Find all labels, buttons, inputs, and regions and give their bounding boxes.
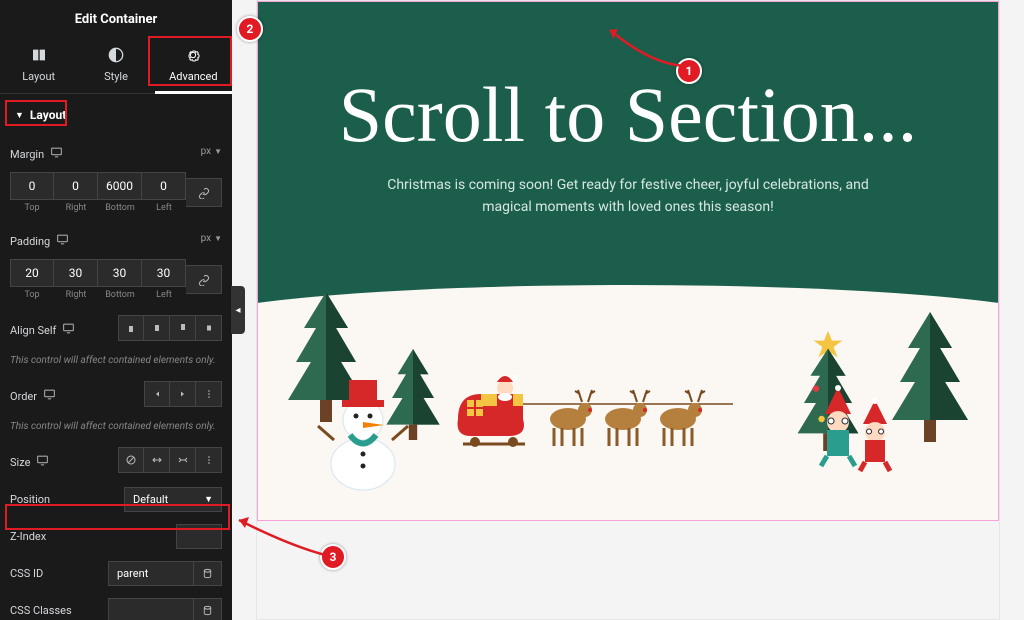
cssclasses-label: CSS Classes bbox=[10, 604, 72, 617]
caret-down-icon: ▼ bbox=[15, 110, 24, 121]
position-label: Position bbox=[10, 493, 50, 506]
padding-top-input[interactable] bbox=[10, 259, 54, 287]
position-select[interactable]: Default▼ bbox=[124, 487, 222, 512]
size-shrink-button[interactable] bbox=[170, 447, 196, 473]
size-buttons bbox=[118, 447, 222, 473]
zindex-input[interactable] bbox=[176, 524, 222, 549]
align-start-button[interactable] bbox=[118, 315, 144, 341]
alignself-label: Align Self bbox=[10, 324, 56, 337]
section-layout[interactable]: ▼ Layout bbox=[10, 104, 222, 126]
order-label: Order bbox=[10, 390, 37, 403]
editor-sidebar: Edit Container Layout Style Advanced ▼ L… bbox=[0, 0, 232, 620]
margin-label: Margin bbox=[10, 148, 44, 161]
order-buttons bbox=[144, 381, 222, 407]
order-start-button[interactable] bbox=[144, 381, 170, 407]
columns-icon bbox=[0, 47, 77, 66]
order-help: This control will affect contained eleme… bbox=[10, 421, 222, 432]
order-more-button[interactable] bbox=[196, 381, 222, 407]
align-center-button[interactable] bbox=[144, 315, 170, 341]
margin-right-input[interactable] bbox=[54, 172, 98, 200]
padding-label: Padding bbox=[10, 235, 50, 248]
desktop-icon[interactable] bbox=[36, 454, 49, 470]
margin-top-input[interactable] bbox=[10, 172, 54, 200]
hero-title: Scroll to Section... bbox=[339, 74, 917, 156]
size-label: Size bbox=[10, 456, 30, 469]
margin-unit[interactable]: px ▼ bbox=[201, 146, 222, 157]
cssid-input[interactable] bbox=[108, 561, 194, 586]
size-grow-button[interactable] bbox=[144, 447, 170, 473]
zindex-label: Z-Index bbox=[10, 530, 46, 543]
panel-collapse-toggle[interactable]: ◂ bbox=[231, 286, 245, 334]
alignself-buttons bbox=[118, 315, 222, 341]
hero-subtitle: Christmas is coming soon! Get ready for … bbox=[368, 174, 888, 219]
padding-left-input[interactable] bbox=[142, 259, 186, 287]
santa-sleigh-decor bbox=[453, 364, 753, 458]
preview-frame: + ⠿ ✕ Scroll to Section... Christmas is … bbox=[256, 0, 1000, 620]
hero-section[interactable]: Scroll to Section... Christmas is coming… bbox=[257, 1, 999, 521]
desktop-icon[interactable] bbox=[50, 146, 63, 162]
desktop-icon[interactable] bbox=[56, 233, 69, 249]
desktop-icon[interactable] bbox=[43, 388, 56, 404]
order-end-button[interactable] bbox=[170, 381, 196, 407]
cssclasses-dynamic-button[interactable] bbox=[194, 598, 222, 620]
chevron-down-icon: ▼ bbox=[204, 494, 213, 505]
snowman-decor bbox=[316, 362, 411, 496]
sidebar-title: Edit Container bbox=[0, 0, 232, 39]
align-stretch-button[interactable] bbox=[196, 315, 222, 341]
margin-link-button[interactable] bbox=[186, 178, 222, 207]
tab-style[interactable]: Style bbox=[77, 39, 154, 93]
alignself-help: This control will affect contained eleme… bbox=[10, 355, 222, 366]
cssclasses-input[interactable] bbox=[108, 598, 194, 620]
tab-advanced[interactable]: Advanced bbox=[155, 39, 232, 93]
padding-right-input[interactable] bbox=[54, 259, 98, 287]
padding-bottom-input[interactable] bbox=[98, 259, 142, 287]
elves-decor bbox=[813, 382, 903, 476]
size-more-button[interactable] bbox=[196, 447, 222, 473]
desktop-icon[interactable] bbox=[62, 322, 75, 338]
padding-unit[interactable]: px ▼ bbox=[201, 233, 222, 244]
margin-inputs: Top Right Bottom Left bbox=[10, 172, 222, 213]
cssid-dynamic-button[interactable] bbox=[194, 561, 222, 586]
margin-bottom-input[interactable] bbox=[98, 172, 142, 200]
padding-link-button[interactable] bbox=[186, 265, 222, 294]
tab-layout[interactable]: Layout bbox=[0, 39, 77, 93]
gear-icon bbox=[155, 47, 232, 66]
contrast-icon bbox=[77, 47, 154, 66]
padding-inputs: Top Right Bottom Left bbox=[10, 259, 222, 300]
editor-tabs: Layout Style Advanced bbox=[0, 39, 232, 94]
cssid-label: CSS ID bbox=[10, 567, 43, 580]
align-end-button[interactable] bbox=[170, 315, 196, 341]
preview-canvas: ◂ + ⠿ ✕ Scroll to Section... Christmas i… bbox=[232, 0, 1024, 620]
advanced-panel: ▼ Layout Margin px ▼ Top Right Bottom Le… bbox=[0, 94, 232, 620]
margin-left-input[interactable] bbox=[142, 172, 186, 200]
size-none-button[interactable] bbox=[118, 447, 144, 473]
